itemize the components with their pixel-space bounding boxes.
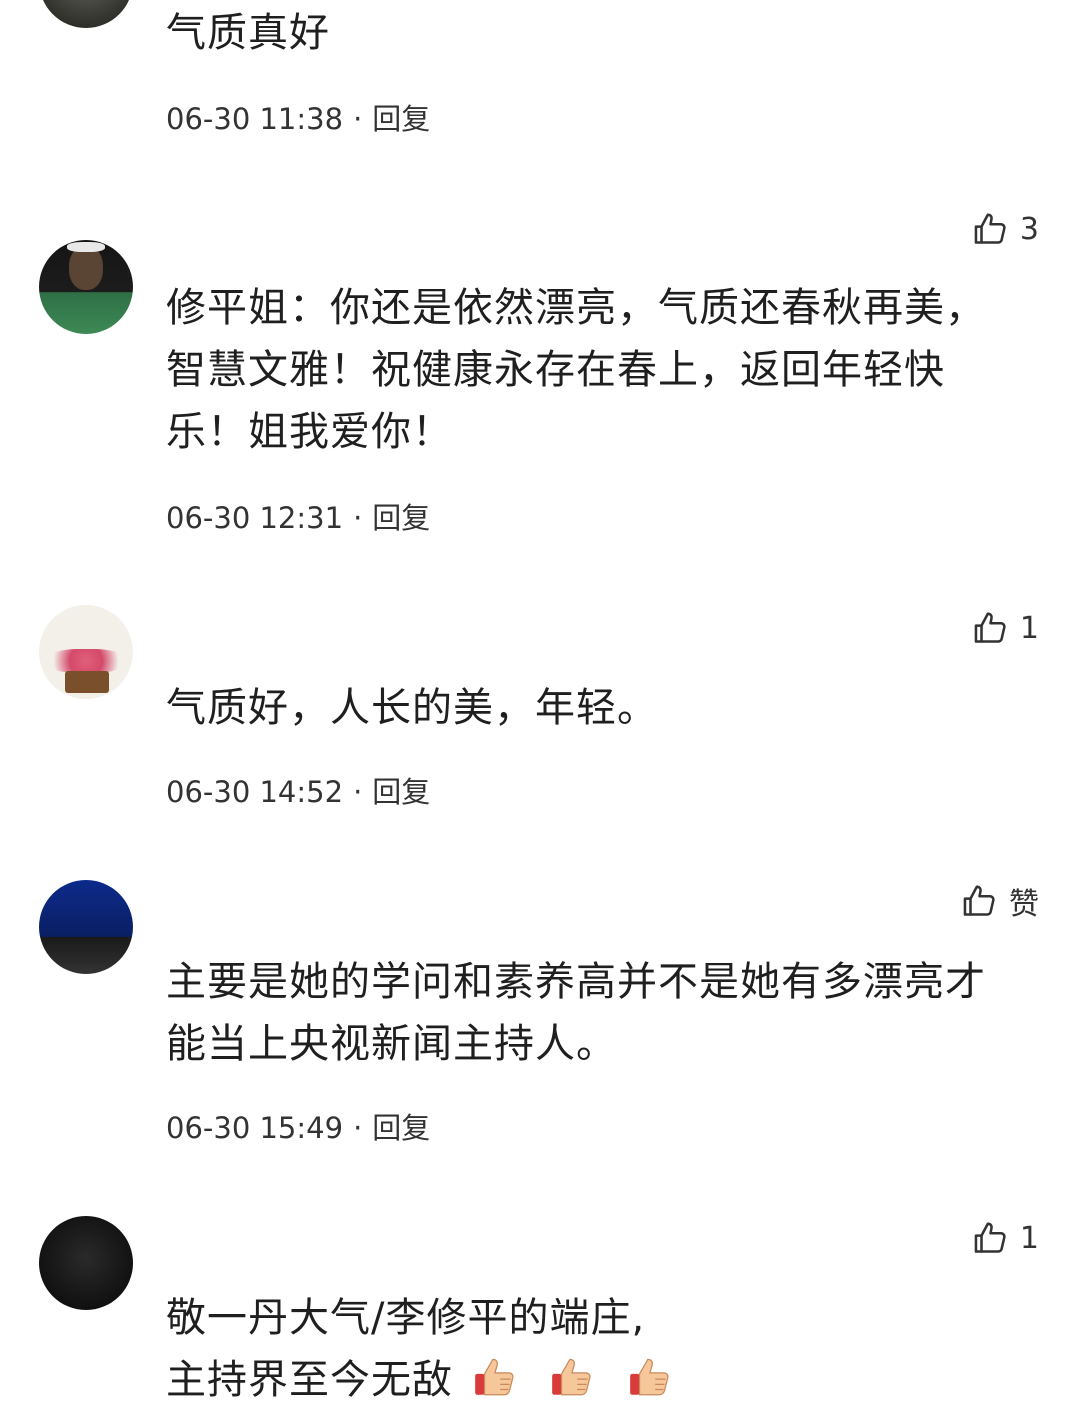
- like-count: 1: [1019, 610, 1039, 646]
- like-button[interactable]: 3: [972, 209, 1039, 249]
- comment-line: 主持界至今无敌: [166, 1357, 453, 1403]
- reply-button[interactable]: 回复: [372, 1111, 430, 1145]
- comment-time: 06-30 14:52: [166, 775, 344, 809]
- reply-button[interactable]: 回复: [372, 775, 430, 809]
- thumbs-up-icon: [974, 1222, 1006, 1253]
- comment-meta: 06-30 14:52 · 回复: [166, 769, 430, 811]
- comment-line: 敬一丹大气/李修平的端庄,: [166, 1295, 646, 1341]
- comment-time: 06-30 12:31: [166, 501, 344, 535]
- comment-meta: 06-30 15:49 · 回复: [166, 1105, 430, 1147]
- thumbs-up-icon: [974, 213, 1006, 244]
- thumbs-up-emoji-icon: [474, 1358, 514, 1396]
- comment-time: 06-30 11:38: [166, 102, 344, 136]
- separator-dot: ·: [353, 501, 363, 535]
- comment-text: 气质真好: [166, 10, 330, 56]
- comment-text: 气质好，人长的美，年轻。: [166, 685, 658, 731]
- comment-meta: 06-30 12:31 · 回复: [166, 495, 430, 537]
- separator-dot: ·: [353, 102, 363, 136]
- avatar[interactable]: [39, 1216, 133, 1310]
- avatar[interactable]: [39, 880, 133, 974]
- comment-meta: 06-30 11:38 · 回复: [166, 96, 430, 138]
- avatar[interactable]: [39, 605, 133, 699]
- comment-text: 修平姐：你还是依然漂亮，气质还春秋再美，智慧文雅！祝健康永存在春上，返回年轻快乐…: [166, 285, 986, 455]
- comment-text: 主要是她的学问和素养高并不是她有多漂亮才能当上央视新闻主持人。: [166, 959, 986, 1067]
- comment-time: 06-30 15:49: [166, 1111, 344, 1145]
- like-label: 赞: [1009, 887, 1039, 922]
- like-count: 3: [1019, 211, 1039, 247]
- separator-dot: ·: [353, 775, 363, 809]
- reply-button[interactable]: 回复: [372, 501, 430, 535]
- comment-text: 敬一丹大气/李修平的端庄, 主持界至今无敌: [166, 1287, 1026, 1411]
- thumbs-up-icon: [963, 885, 995, 916]
- comment-line-with-emojis: 主持界至今无敌: [166, 1349, 1026, 1411]
- like-count: 1: [1019, 1220, 1039, 1256]
- thumbs-up-icon: [974, 612, 1006, 643]
- reply-button[interactable]: 回复: [372, 102, 430, 136]
- like-button[interactable]: 1: [972, 1218, 1039, 1258]
- separator-dot: ·: [353, 1111, 363, 1145]
- avatar[interactable]: [39, 0, 133, 28]
- avatar[interactable]: [39, 240, 133, 334]
- thumbs-up-emoji-icon: [552, 1358, 591, 1396]
- thumbs-up-emoji-icon: [630, 1358, 669, 1396]
- like-button[interactable]: 赞: [961, 881, 1039, 922]
- like-button[interactable]: 1: [972, 608, 1039, 648]
